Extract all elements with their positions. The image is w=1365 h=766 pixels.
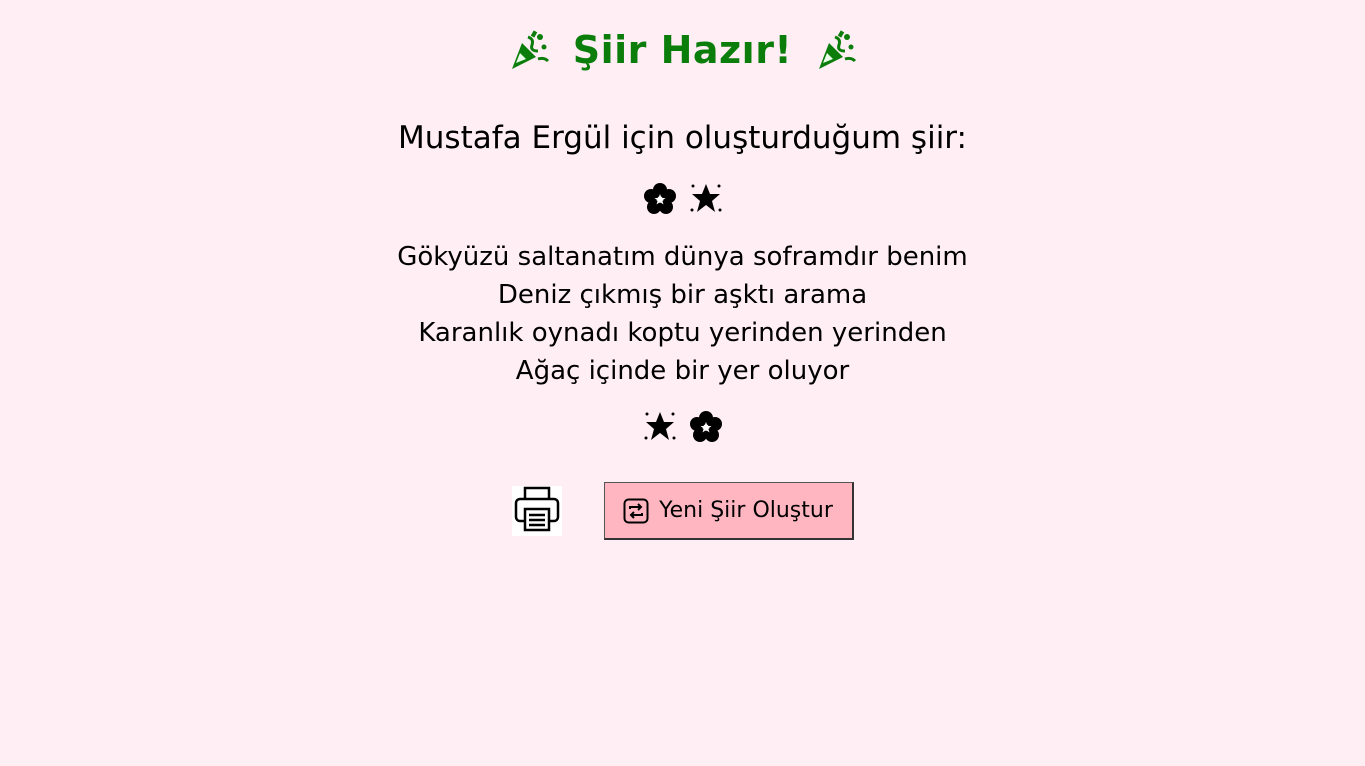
new-poem-label: Yeni Şiir Oluştur: [659, 498, 833, 523]
print-button[interactable]: [511, 485, 562, 537]
page-title: Şiir Hazır!: [0, 28, 1365, 72]
poem-line: Ağaç içinde bir yer oluyor: [515, 356, 850, 386]
star-icon: [643, 410, 677, 444]
poem-intro: Mustafa Ergül için oluşturduğum şiir:: [398, 120, 967, 156]
decoration-row-top: [0, 182, 1365, 216]
repeat-icon: [623, 498, 649, 524]
printer-icon: [513, 485, 561, 537]
party-popper-icon: [814, 28, 858, 72]
party-popper-icon: [507, 28, 551, 72]
poem-line: Gökyüzü saltanatım dünya soframdır benim: [397, 242, 968, 272]
flower-icon: [643, 182, 677, 216]
poem-body: Gökyüzü saltanatım dünya soframdır benim…: [0, 238, 1365, 390]
flower-icon: [689, 410, 723, 444]
poem-result-page: Şiir Hazır! Mustafa Ergül için oluşturdu…: [0, 0, 1365, 766]
new-poem-button[interactable]: Yeni Şiir Oluştur: [603, 482, 854, 540]
action-bar: Yeni Şiir Oluştur: [0, 482, 1365, 540]
decoration-row-bottom: [0, 410, 1365, 444]
poem-line: Karanlık oynadı koptu yerinden yerinden: [418, 318, 947, 348]
star-icon: [689, 182, 723, 216]
title-text: Şiir Hazır!: [572, 28, 793, 72]
poem-line: Deniz çıkmış bir aşktı arama: [497, 280, 868, 310]
